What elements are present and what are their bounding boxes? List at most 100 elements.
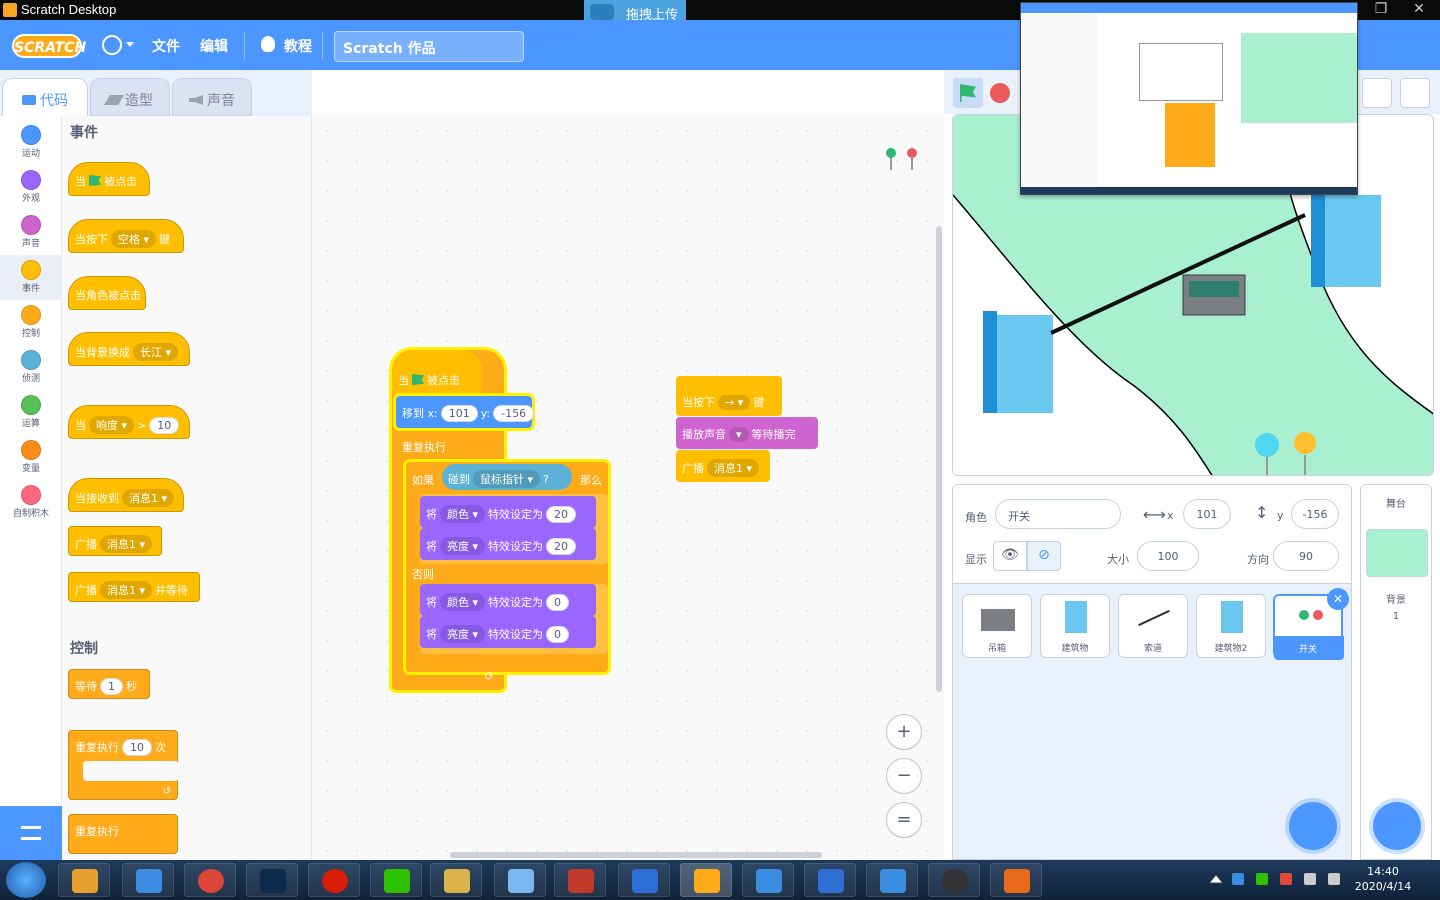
- screen-recording-preview[interactable]: [1020, 2, 1358, 195]
- tab-sounds[interactable]: 声音: [172, 78, 252, 116]
- value-input[interactable]: 10: [122, 739, 152, 756]
- script-flag-clicked[interactable]: 当 被点击 移到 x: 101 y: -156 重复执行 如果 碰到 鼠标指针 ▾? 那么…: [392, 350, 608, 690]
- taskbar-app[interactable]: [928, 863, 980, 897]
- y-position-input[interactable]: -156: [1291, 499, 1339, 529]
- green-flag-button[interactable]: [953, 78, 983, 108]
- tray-network-icon[interactable]: [1304, 873, 1316, 885]
- language-globe-icon[interactable]: [102, 35, 122, 55]
- message-dropdown[interactable]: 消息1 ▾: [122, 489, 175, 507]
- taskbar-app[interactable]: [122, 863, 174, 897]
- block-forever[interactable]: 重复执行: [68, 814, 178, 854]
- block-go-to-xy[interactable]: 移到 x: 101 y: -156: [396, 396, 535, 428]
- block-when-greater-than[interactable]: 当响度 ▾ >10: [68, 405, 190, 439]
- category-sound[interactable]: 声音: [0, 210, 62, 255]
- x-position-input[interactable]: 101: [1183, 499, 1231, 529]
- taskbar-app[interactable]: [618, 863, 670, 897]
- sprite-tile-building2[interactable]: 建筑物2: [1196, 594, 1266, 658]
- sprite-tile-cable-car[interactable]: 吊箱: [962, 594, 1032, 658]
- close-window-button[interactable]: ✕: [1400, 0, 1438, 20]
- fullscreen-button[interactable]: [1400, 78, 1430, 108]
- taskbar-app[interactable]: [554, 863, 606, 897]
- size-input[interactable]: 100: [1137, 541, 1199, 571]
- value-input[interactable]: 0: [546, 626, 570, 643]
- menu-edit[interactable]: 编辑: [200, 36, 228, 56]
- tab-costumes[interactable]: 造型: [90, 78, 170, 116]
- tutorials-bulb-icon[interactable]: [261, 36, 275, 52]
- value-input[interactable]: 1: [100, 678, 123, 695]
- category-variables[interactable]: 变量: [0, 435, 62, 480]
- message-dropdown[interactable]: 消息1 ▾: [707, 459, 760, 477]
- if-else-block[interactable]: 如果 碰到 鼠标指针 ▾? 那么 将颜色 ▾ 特效设定为 20 将亮度 ▾ 特效设定为 2…: [406, 462, 608, 672]
- zoom-reset-button[interactable]: =: [886, 802, 922, 838]
- sound-dropdown[interactable]: ▾: [729, 427, 749, 442]
- add-extension-button[interactable]: [0, 806, 62, 860]
- small-stage-button[interactable]: [1362, 78, 1392, 108]
- zoom-in-button[interactable]: +: [886, 714, 922, 750]
- x-value-input[interactable]: 101: [440, 405, 478, 422]
- taskbar-app-scratch-active[interactable]: [680, 863, 732, 897]
- language-caret-icon[interactable]: [126, 42, 134, 47]
- effect-dropdown[interactable]: 颜色 ▾: [440, 593, 486, 611]
- block-set-effect[interactable]: 将亮度 ▾ 特效设定为 20: [420, 528, 596, 560]
- hide-eye-slash-button[interactable]: ⊘: [1027, 541, 1061, 571]
- value-input[interactable]: 10: [149, 417, 180, 434]
- taskbar-app[interactable]: [494, 863, 546, 897]
- scratch-logo[interactable]: SCRATCH: [12, 34, 86, 58]
- workspace-horizontal-scrollbar[interactable]: [450, 852, 822, 858]
- block-when-key-pressed[interactable]: 当按下 空格 ▾ 键: [68, 219, 184, 253]
- block-broadcast[interactable]: 广播 消息1 ▾: [676, 450, 770, 482]
- taskbar-app[interactable]: [370, 863, 422, 897]
- tray-app-icon[interactable]: [1280, 873, 1292, 885]
- key-dropdown[interactable]: → ▾: [718, 395, 751, 410]
- windows-start-button[interactable]: [6, 862, 46, 898]
- effect-dropdown[interactable]: 颜色 ▾: [440, 505, 486, 523]
- message-dropdown[interactable]: 消息1 ▾: [100, 581, 153, 599]
- zoom-out-button[interactable]: −: [886, 758, 922, 794]
- tray-expand-icon[interactable]: [1210, 875, 1222, 883]
- project-title-input[interactable]: Scratch 作品: [334, 31, 524, 62]
- backdrop-dropdown[interactable]: 长江 ▾: [133, 343, 179, 361]
- taskbar-app[interactable]: [430, 863, 482, 897]
- block-when-flag-clicked[interactable]: 当 被点击: [68, 162, 150, 196]
- taskbar-clock[interactable]: 14:40 2020/4/14: [1348, 864, 1418, 894]
- sprite-tile-building[interactable]: 建筑物: [1040, 594, 1110, 658]
- workspace-vertical-scrollbar[interactable]: [936, 226, 942, 692]
- value-input[interactable]: 20: [546, 538, 577, 555]
- block-when-flag-clicked[interactable]: 当 被点击: [392, 350, 482, 394]
- effect-dropdown[interactable]: 亮度 ▾: [440, 625, 486, 643]
- value-input[interactable]: 0: [546, 594, 570, 611]
- restore-window-button[interactable]: ❐: [1362, 0, 1400, 20]
- key-dropdown[interactable]: 空格 ▾: [111, 230, 157, 248]
- block-when-backdrop-switches[interactable]: 当背景换成 长江 ▾: [68, 332, 190, 366]
- tray-volume-icon[interactable]: [1328, 873, 1340, 885]
- category-looks[interactable]: 外观: [0, 165, 62, 210]
- sensor-dropdown[interactable]: 响度 ▾: [89, 416, 135, 434]
- stop-button[interactable]: [990, 83, 1010, 103]
- sprite-name-input[interactable]: 开关: [995, 499, 1121, 529]
- taskbar-app[interactable]: [804, 863, 856, 897]
- category-my-blocks[interactable]: 自制积木: [0, 480, 62, 525]
- block-when-sprite-clicked[interactable]: 当角色被点击: [68, 276, 146, 310]
- menu-tutorials[interactable]: 教程: [284, 36, 312, 56]
- tray-wechat-icon[interactable]: [1256, 873, 1268, 885]
- block-set-effect[interactable]: 将亮度 ▾ 特效设定为 0: [420, 616, 596, 648]
- block-broadcast-and-wait[interactable]: 广播 消息1 ▾ 并等待: [68, 572, 200, 602]
- delete-sprite-trash-icon[interactable]: ✕: [1327, 588, 1349, 610]
- script-workspace[interactable]: 当 被点击 移到 x: 101 y: -156 重复执行 如果 碰到 鼠标指针 ▾? 那么…: [312, 116, 944, 860]
- add-sprite-cat-button[interactable]: [1289, 802, 1337, 850]
- taskbar-app[interactable]: [58, 863, 110, 897]
- taskbar-app[interactable]: [184, 863, 236, 897]
- tray-app-icon[interactable]: [1232, 873, 1244, 885]
- taskbar-app[interactable]: [990, 863, 1042, 897]
- block-set-effect[interactable]: 将颜色 ▾ 特效设定为 0: [420, 584, 596, 616]
- block-touching[interactable]: 碰到 鼠标指针 ▾?: [442, 464, 572, 490]
- message-dropdown[interactable]: 消息1 ▾: [100, 535, 153, 553]
- show-eye-button[interactable]: 👁: [993, 541, 1027, 571]
- add-backdrop-button[interactable]: [1373, 802, 1421, 850]
- sprite-tile-cable[interactable]: 索道: [1118, 594, 1188, 658]
- direction-input[interactable]: 90: [1273, 541, 1339, 571]
- block-when-key-pressed[interactable]: 当按下 → ▾ 键: [676, 376, 782, 416]
- touching-dropdown[interactable]: 鼠标指针 ▾: [473, 470, 541, 488]
- tab-code[interactable]: 代码: [2, 78, 88, 116]
- taskbar-app[interactable]: [308, 863, 360, 897]
